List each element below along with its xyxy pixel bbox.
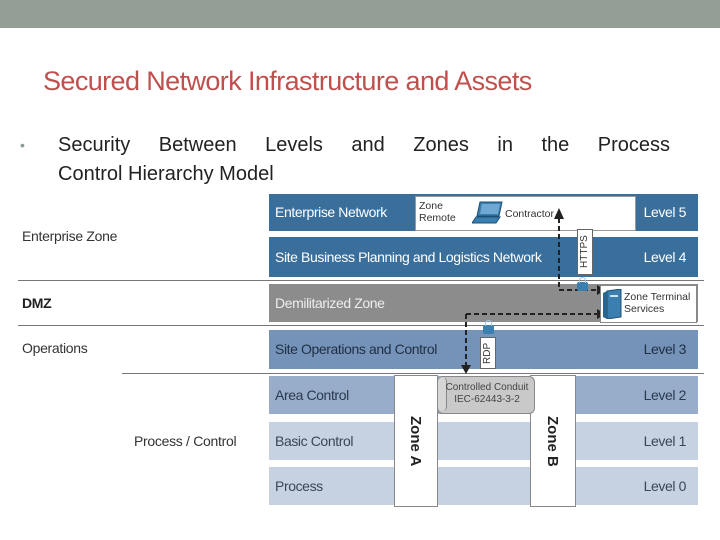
zone-label-operations: Operations	[22, 340, 88, 356]
level-label: Level 0	[643, 478, 687, 494]
level-label: Level 1	[643, 433, 687, 449]
zone-divider	[18, 325, 270, 326]
band-label: Site Business Planning and Logistics Net…	[275, 249, 542, 265]
band-label: Demilitarized Zone	[275, 295, 385, 311]
band-level-0: Process Level 0	[269, 467, 698, 505]
zone-label-enterprise: Enterprise Zone	[22, 228, 118, 244]
zone-label-process-control: Process / Control	[134, 433, 237, 449]
level-label: Level 3	[643, 341, 687, 357]
zone-a-column: Zone A	[394, 375, 438, 507]
conduit-line1: Controlled Conduit	[445, 382, 529, 393]
band-level-4: Site Business Planning and Logistics Net…	[269, 237, 698, 277]
conduit-line2: IEC-62443-3-2	[454, 394, 520, 405]
bullet-marker: •	[20, 137, 25, 153]
remote-zone-line1: Zone	[419, 200, 443, 212]
controlled-conduit: Controlled Conduit IEC-62443-3-2	[437, 376, 535, 414]
band-label: Process	[275, 478, 323, 494]
server-icon	[603, 289, 622, 319]
band-label: Enterprise Network	[275, 204, 387, 220]
band-label: Area Control	[275, 387, 349, 403]
terminal-services-line2: Services	[624, 303, 665, 315]
terminal-services-label: Zone Terminal Services	[624, 291, 690, 315]
level-label: Level 5	[643, 204, 687, 220]
lock-icon	[483, 320, 494, 334]
zone-divider	[122, 373, 270, 374]
laptop-icon	[472, 201, 503, 224]
bullet-text-line-1: Security Between Levels and Zones in the…	[58, 134, 670, 156]
zone-a-label: Zone A	[407, 416, 424, 467]
band-level-1: Basic Control Level 1	[269, 422, 698, 460]
bullet-text-line-2: Control Hierarchy Model	[58, 163, 274, 185]
remote-zone-line2: Remote	[419, 212, 456, 224]
conduit-label: Controlled Conduit IEC-62443-3-2	[442, 382, 532, 406]
remote-zone-label: Zone Remote	[419, 200, 456, 224]
slide-header-bar	[0, 0, 720, 28]
terminal-services-line1: Zone Terminal	[624, 291, 691, 303]
zone-b-label: Zone B	[544, 416, 561, 467]
rdp-connection-path	[461, 309, 606, 374]
band-label: Site Operations and Control	[275, 341, 437, 357]
https-label: HTTPS	[577, 229, 593, 275]
slide-title: Secured Network Infrastructure and Asset…	[43, 66, 532, 96]
band-label: Basic Control	[275, 433, 354, 449]
lock-icon	[577, 277, 588, 291]
rdp-label: RDP	[480, 337, 496, 369]
terminal-services-box: Zone Terminal Services	[600, 285, 697, 323]
level-label: Level 2	[643, 387, 687, 403]
zone-b-column: Zone B	[530, 375, 576, 507]
zone-divider	[18, 280, 270, 281]
zone-label-dmz: DMZ	[22, 295, 52, 311]
zone-divider	[269, 280, 704, 281]
level-label: Level 4	[643, 249, 687, 265]
